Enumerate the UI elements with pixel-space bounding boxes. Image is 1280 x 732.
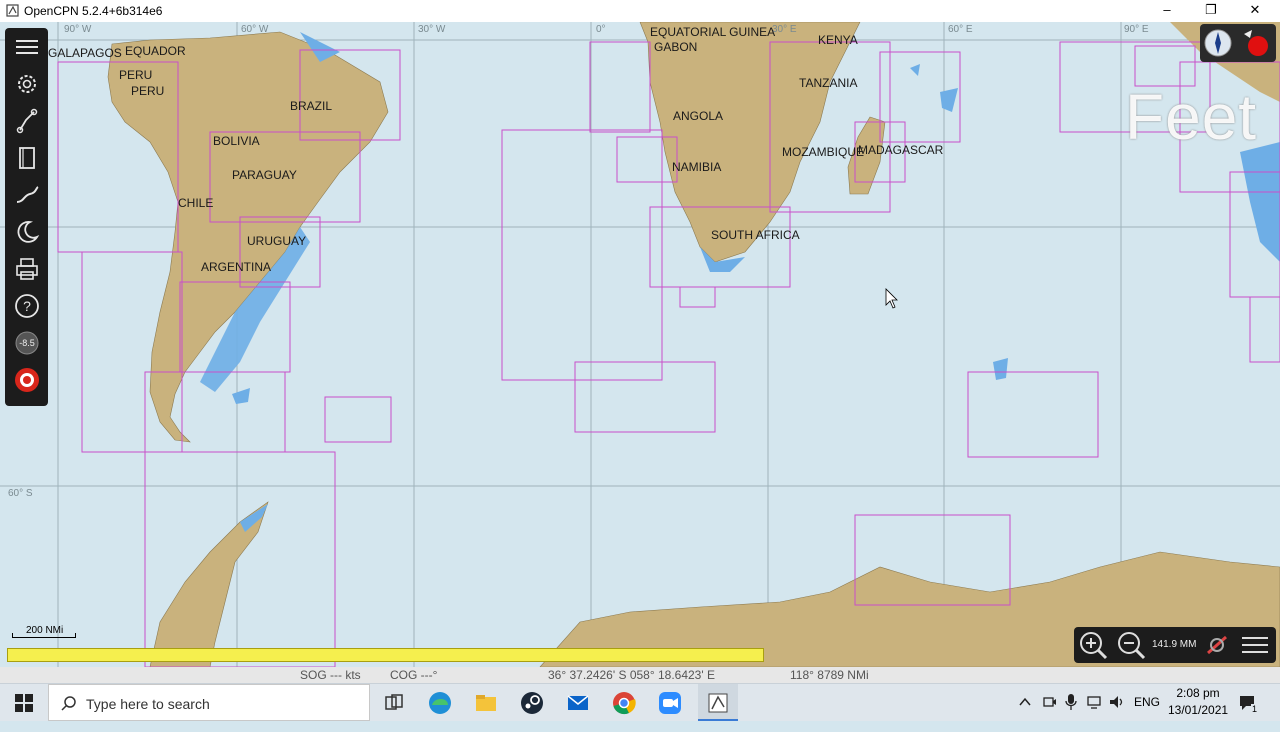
- country-label: TANZANIA: [799, 76, 858, 90]
- windows-start-icon[interactable]: [15, 694, 33, 712]
- settings-icon[interactable]: [12, 69, 42, 99]
- country-label: ARGENTINA: [201, 260, 272, 274]
- task-view-icon[interactable]: [380, 689, 408, 717]
- country-label: GABON: [654, 40, 698, 54]
- search-placeholder: Type here to search: [86, 696, 210, 712]
- track-icon[interactable]: [12, 180, 42, 210]
- depth-unit-overlay: Feet: [1125, 81, 1258, 153]
- minimize-button[interactable]: –: [1144, 0, 1190, 22]
- country-label: GALAPAGOS: [48, 46, 122, 60]
- zoom-out-icon[interactable]: [1114, 629, 1148, 661]
- chart-bar-menu-icon[interactable]: [1238, 631, 1272, 659]
- sog-readout: SOG --- kts: [300, 668, 361, 682]
- mail-icon[interactable]: [564, 689, 592, 717]
- grid-label-60e: 60° E: [948, 24, 973, 35]
- steam-icon[interactable]: [518, 689, 546, 717]
- taskbar-search-box[interactable]: Type here to search: [48, 684, 370, 721]
- chart-load-progress: [7, 648, 764, 662]
- mouse-cursor: [885, 288, 898, 309]
- window-title: OpenCPN 5.2.4+6b314e6: [24, 4, 163, 18]
- country-label: MADAGASCAR: [858, 143, 944, 157]
- network-icon[interactable]: [1086, 694, 1104, 710]
- tide-value: -8.5: [19, 338, 35, 348]
- grid-label-90e: 90° E: [1124, 24, 1149, 35]
- status-bar: SOG --- kts COG ---° 36° 37.2426' S 058°…: [0, 667, 1280, 683]
- chart-book-icon[interactable]: [12, 143, 42, 173]
- windows-taskbar: Type here to search ENG 2:08 pm 13/01/20…: [0, 683, 1280, 721]
- africa-land: [639, 22, 861, 263]
- zoom-app-icon[interactable]: [656, 689, 684, 717]
- cursor-position-readout: 36° 37.2426' S 058° 18.6423' E: [548, 668, 715, 682]
- grid-label-30e: 30° E: [772, 24, 797, 35]
- cog-readout: COG ---°: [390, 668, 438, 682]
- country-label: EQUADOR: [125, 44, 186, 58]
- volume-icon[interactable]: [1108, 694, 1126, 710]
- microphone-icon[interactable]: [1064, 693, 1078, 711]
- notification-count: 1: [1251, 704, 1259, 714]
- gps-status-icon: [1244, 30, 1252, 38]
- zoom-in-icon[interactable]: [1076, 629, 1110, 661]
- country-label: BRAZIL: [290, 99, 333, 113]
- mob-icon[interactable]: [12, 365, 42, 395]
- country-label: MOZAMBIQUE: [782, 145, 865, 159]
- country-label: URUGUAY: [247, 234, 307, 248]
- title-bar: OpenCPN 5.2.4+6b314e6 – ❐ ✕: [0, 0, 1280, 22]
- tide-icon[interactable]: -8.5: [12, 328, 42, 358]
- opencpn-taskbar-button[interactable]: [698, 684, 738, 721]
- route-icon[interactable]: [12, 106, 42, 136]
- grid-label-60w: 60° W: [241, 24, 269, 35]
- country-label: PERU: [119, 68, 153, 82]
- grid-label-30w: 30° W: [418, 24, 446, 35]
- edge-browser-icon[interactable]: [426, 689, 454, 717]
- country-label: NAMIBIA: [672, 160, 722, 174]
- restore-button[interactable]: ❐: [1188, 0, 1234, 22]
- help-icon[interactable]: ?: [12, 291, 42, 321]
- country-label: BOLIVIA: [213, 134, 260, 148]
- opencpn-app-icon: [6, 4, 19, 17]
- search-icon: [61, 696, 76, 711]
- country-label: EQUATORIAL GUINEA: [650, 25, 776, 39]
- input-language[interactable]: ENG: [1134, 695, 1160, 732]
- scale-bar-line: [12, 633, 76, 638]
- country-label: SOUTH AFRICA: [711, 228, 800, 242]
- country-label: PARAGUAY: [232, 168, 297, 182]
- chart-canvas[interactable]: 90° W 60° W 30° W 0° 30° E 60° E 90° E 6…: [0, 22, 1280, 667]
- menu-icon[interactable]: [12, 32, 42, 62]
- moon-icon[interactable]: [12, 217, 42, 247]
- zoom-controls: 141.9 MM: [1074, 627, 1276, 663]
- clock[interactable]: 2:08 pm 13/01/2021: [1168, 684, 1228, 721]
- grid-label-0: 0°: [596, 24, 606, 35]
- close-button[interactable]: ✕: [1232, 0, 1278, 22]
- scale-bar: 200 NMi: [12, 625, 76, 638]
- print-icon[interactable]: [12, 254, 42, 284]
- grid-label-90w: 90° W: [64, 24, 92, 35]
- country-label: CHILE: [178, 196, 214, 210]
- country-label: KENYA: [818, 33, 858, 47]
- file-explorer-icon[interactable]: [472, 689, 500, 717]
- chrome-icon[interactable]: [610, 689, 638, 717]
- quilt-icon[interactable]: [1202, 631, 1232, 659]
- bearing-distance-readout: 118° 8789 NMi: [790, 668, 869, 682]
- chart-drawing: [0, 22, 1280, 667]
- zoom-scale-readout: 141.9 MM: [1152, 639, 1197, 650]
- clock-time: 2:08 pm: [1176, 686, 1220, 700]
- compass-widget[interactable]: [1200, 24, 1276, 62]
- chevron-up-icon[interactable]: [1018, 696, 1032, 708]
- opencpn-taskbar-icon: [708, 693, 728, 713]
- meet-now-icon[interactable]: [1042, 694, 1058, 710]
- grid-label-60s: 60° S: [8, 488, 33, 499]
- country-label: PERU: [131, 84, 165, 98]
- svg-text:?: ?: [23, 298, 31, 314]
- clock-date: 13/01/2021: [1168, 703, 1229, 717]
- main-toolbar: ? -8.5: [5, 28, 48, 406]
- country-label: ANGOLA: [673, 109, 724, 123]
